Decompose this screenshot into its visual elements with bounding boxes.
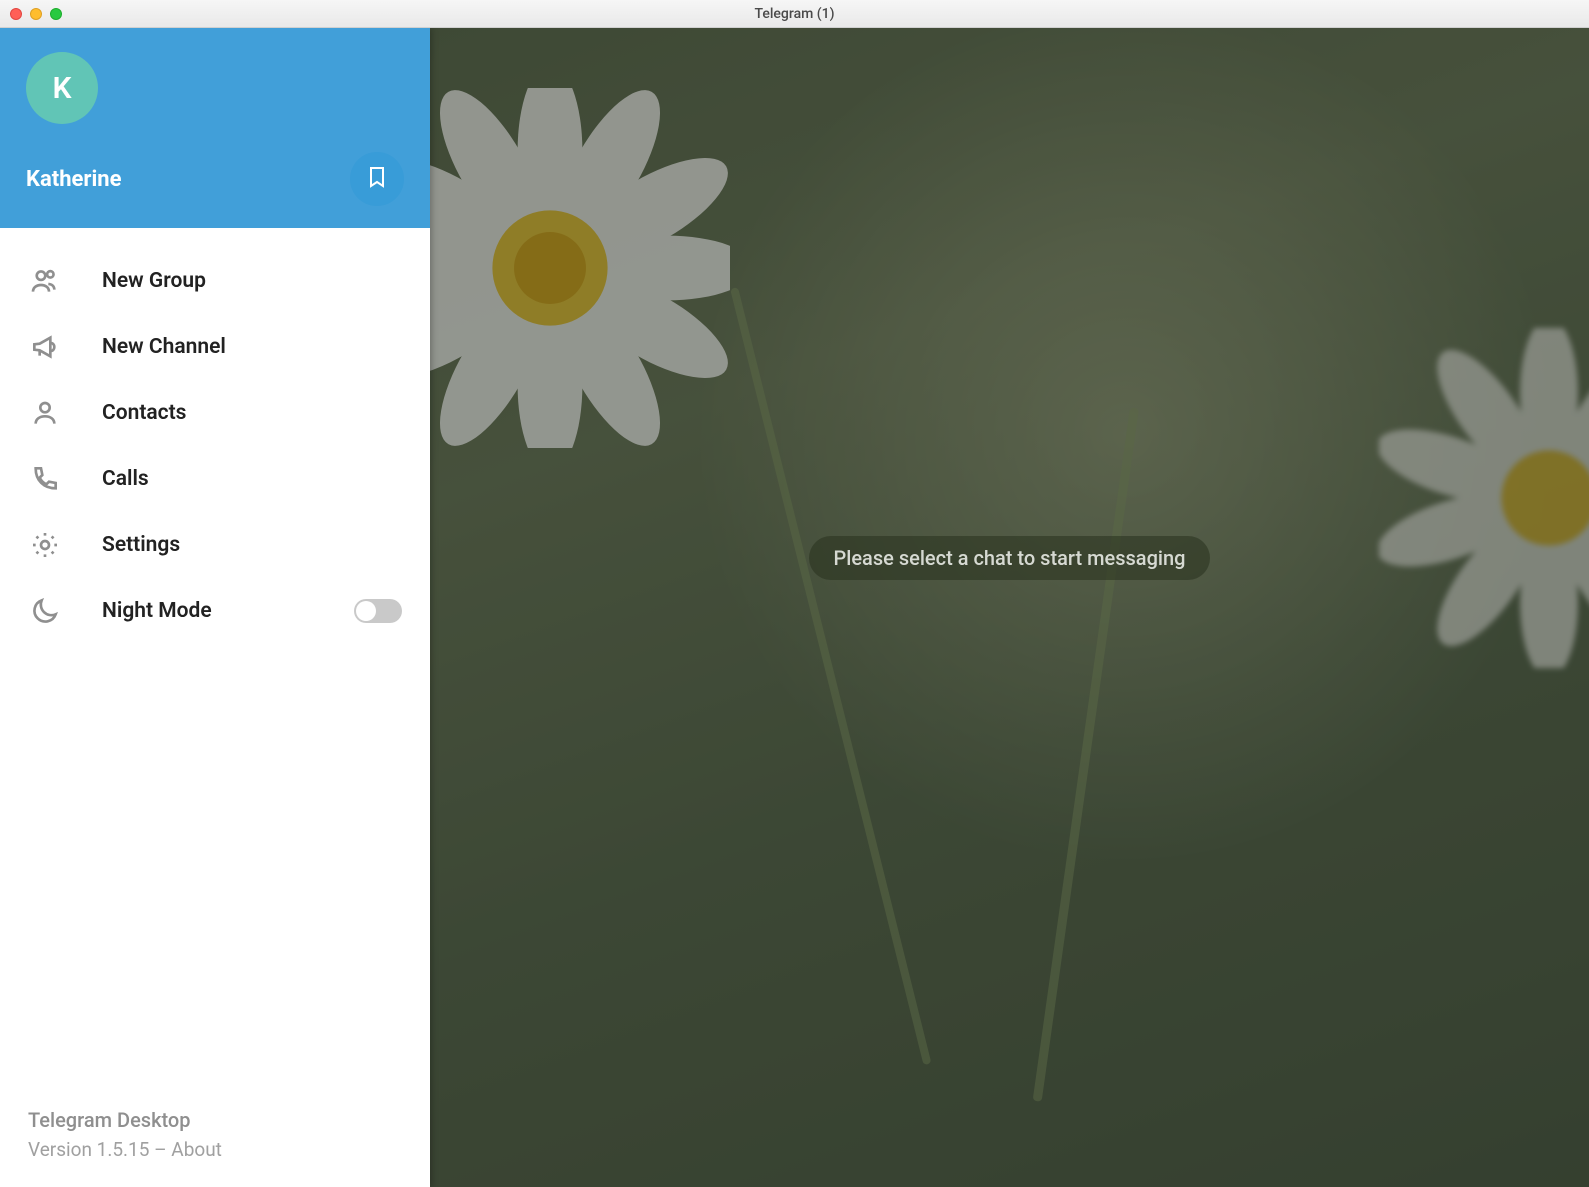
- menu-drawer: K Katherine New Group: [0, 28, 430, 1187]
- group-icon: [28, 264, 62, 298]
- background-dim-overlay: [430, 28, 1589, 1187]
- menu-label: New Group: [102, 269, 402, 293]
- menu-label: Contacts: [102, 401, 402, 425]
- menu-item-new-group[interactable]: New Group: [0, 248, 430, 314]
- menu-item-contacts[interactable]: Contacts: [0, 380, 430, 446]
- empty-chat-placeholder: Please select a chat to start messaging: [809, 536, 1209, 580]
- phone-icon: [28, 462, 62, 496]
- drawer-menu: New Group New Channel Contacts Calls: [0, 228, 430, 1086]
- bookmark-icon: [365, 165, 389, 193]
- menu-label: Calls: [102, 467, 402, 491]
- menu-label: Night Mode: [102, 599, 314, 623]
- person-icon: [28, 396, 62, 430]
- window-maximize-button[interactable]: [50, 8, 62, 20]
- saved-messages-button[interactable]: [350, 152, 404, 206]
- window-minimize-button[interactable]: [30, 8, 42, 20]
- avatar[interactable]: K: [26, 52, 98, 124]
- menu-item-new-channel[interactable]: New Channel: [0, 314, 430, 380]
- chat-area: Please select a chat to start messaging: [430, 28, 1589, 1187]
- menu-label: New Channel: [102, 335, 402, 359]
- menu-label: Settings: [102, 533, 402, 557]
- moon-icon: [28, 594, 62, 628]
- gear-icon: [28, 528, 62, 562]
- window-titlebar: Telegram (1): [0, 0, 1589, 28]
- window-controls: [0, 8, 62, 20]
- menu-item-settings[interactable]: Settings: [0, 512, 430, 578]
- version-about-link[interactable]: Version 1.5.15 – About: [28, 1138, 402, 1161]
- username-label[interactable]: Katherine: [26, 167, 122, 192]
- avatar-initial: K: [52, 71, 71, 106]
- menu-item-night-mode[interactable]: Night Mode: [0, 578, 430, 644]
- megaphone-icon: [28, 330, 62, 364]
- drawer-footer: Telegram Desktop Version 1.5.15 – About: [0, 1086, 430, 1187]
- app-name-label: Telegram Desktop: [28, 1108, 402, 1132]
- window-title: Telegram (1): [0, 6, 1589, 22]
- drawer-header: K Katherine: [0, 28, 430, 228]
- night-mode-toggle[interactable]: [354, 599, 402, 623]
- menu-item-calls[interactable]: Calls: [0, 446, 430, 512]
- window-close-button[interactable]: [10, 8, 22, 20]
